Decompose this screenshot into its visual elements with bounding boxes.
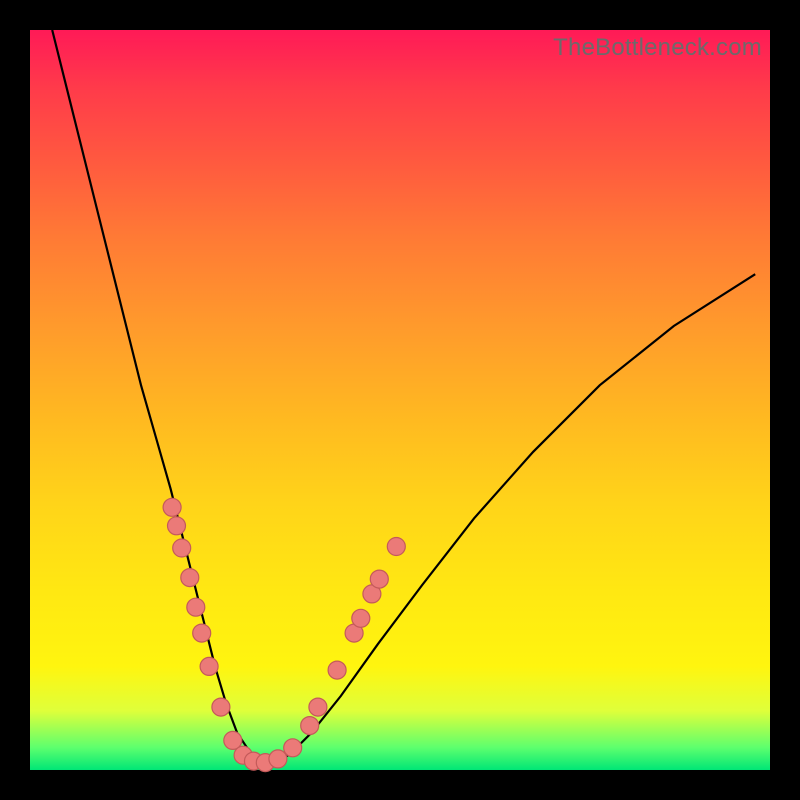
data-point-p6 [193,624,211,642]
data-point-p21 [370,570,388,588]
data-point-p15 [301,717,319,735]
data-point-p1 [163,498,181,516]
data-point-p19 [352,609,370,627]
data-point-p8 [212,698,230,716]
data-point-p4 [181,569,199,587]
data-point-p2 [168,517,186,535]
data-point-p5 [187,598,205,616]
data-point-p22 [387,538,405,556]
chart-frame: TheBottleneck.com [0,0,800,800]
data-point-p17 [328,661,346,679]
data-points-group [163,498,405,771]
bottleneck-curve-svg [30,30,770,770]
data-point-p3 [173,539,191,557]
bottleneck-curve [52,30,755,763]
data-point-p14 [284,739,302,757]
data-point-p16 [309,698,327,716]
data-point-p7 [200,657,218,675]
data-point-p13 [269,750,287,768]
plot-area: TheBottleneck.com [30,30,770,770]
